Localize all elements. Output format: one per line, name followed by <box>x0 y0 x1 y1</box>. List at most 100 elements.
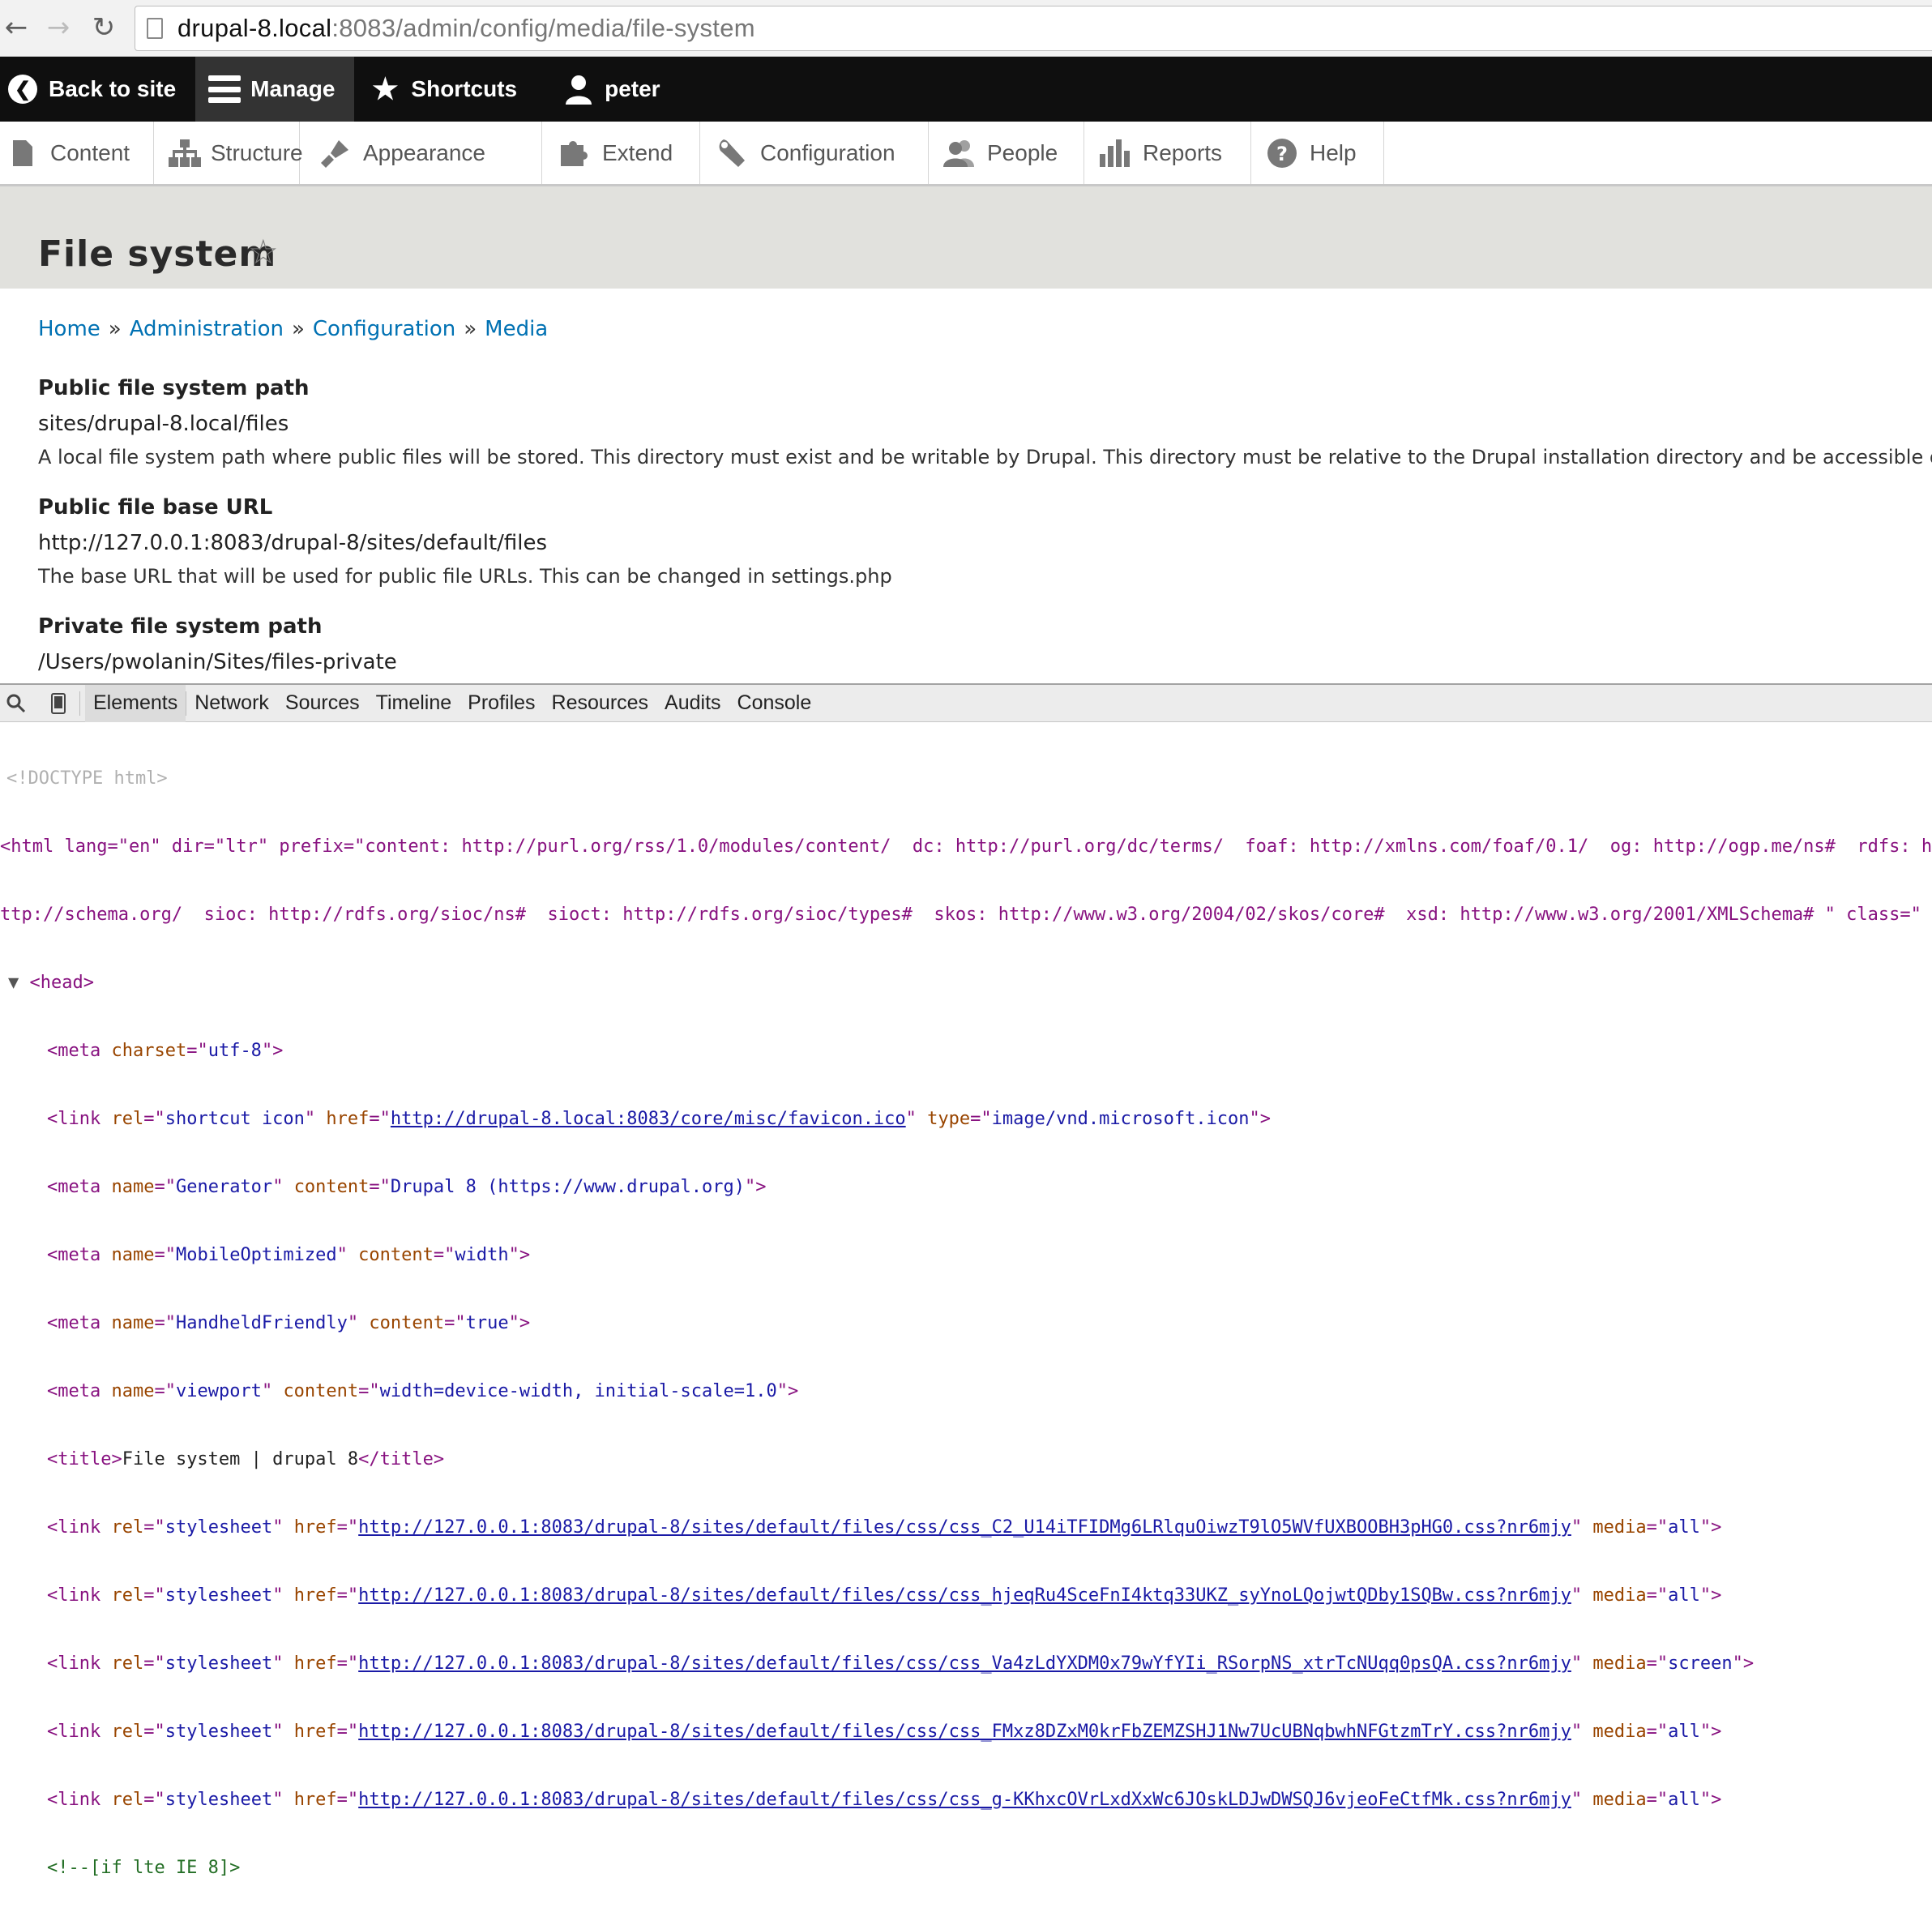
stylesheet-link[interactable]: http://127.0.0.1:8083/drupal-8/sites/def… <box>358 1517 1571 1538</box>
manage-label: Manage <box>250 76 336 101</box>
breadcrumb-home[interactable]: Home <box>38 317 100 341</box>
tab-console[interactable]: Console <box>729 685 820 722</box>
people-icon <box>942 135 977 171</box>
admin-toolbar: ❮ Back to site Manage ★ Shortcuts peter <box>0 57 1932 122</box>
tray-label-structure: Structure <box>211 139 303 165</box>
page-icon <box>147 18 163 39</box>
favicon-link[interactable]: http://drupal-8.local:8083/core/misc/fav… <box>391 1109 906 1129</box>
viewport-value: width=device-width, initial-scale=1.0 <box>379 1381 777 1401</box>
dom-line[interactable]: <link rel="stylesheet" href="http://127.… <box>0 1516 1932 1539</box>
shortcuts-tab[interactable]: ★ Shortcuts <box>354 57 536 122</box>
stylesheet-link[interactable]: http://127.0.0.1:8083/drupal-8/sites/def… <box>358 1653 1571 1674</box>
head-tag: <head> <box>29 973 94 993</box>
dom-line[interactable]: <link rel="shortcut icon" href="http://d… <box>0 1108 1932 1131</box>
dom-line[interactable]: ▼ <head> <box>0 972 1932 995</box>
stylesheet-link[interactable]: http://127.0.0.1:8083/drupal-8/sites/def… <box>358 1722 1571 1742</box>
tab-profiles[interactable]: Profiles <box>459 685 543 722</box>
expand-triangle-icon[interactable]: ▼ <box>8 973 30 993</box>
dom-line[interactable]: <meta name="Generator" content="Drupal 8… <box>0 1176 1932 1199</box>
public-path-value: sites/drupal-8.local/files <box>38 412 289 436</box>
manage-tray: Content Structure Appearance Extend Conf… <box>0 122 1932 186</box>
back-circle-icon: ❮ <box>5 71 41 107</box>
public-url-field: Public file base URL http://127.0.0.1:80… <box>38 495 892 588</box>
stylesheet-link[interactable]: http://127.0.0.1:8083/drupal-8/sites/def… <box>358 1585 1571 1606</box>
breadcrumb-media[interactable]: Media <box>485 317 548 341</box>
private-path-label: Private file system path <box>38 614 323 639</box>
handheld-value: true <box>465 1313 509 1333</box>
puzzle-icon <box>557 135 592 171</box>
dom-line[interactable]: <!--[if lte IE 8]> <box>0 1857 1932 1880</box>
sitemap-icon <box>169 135 201 171</box>
tab-audits[interactable]: Audits <box>656 685 729 722</box>
tray-item-content[interactable]: Content <box>0 122 154 184</box>
tab-elements[interactable]: Elements <box>85 684 186 722</box>
tab-sources[interactable]: Sources <box>277 685 368 722</box>
breadcrumb-separator: » <box>108 317 122 341</box>
tray-item-configuration[interactable]: Configuration <box>700 122 929 184</box>
tray-item-people[interactable]: People <box>929 122 1084 184</box>
browser-toolbar: ← → ↻ drupal-8.local:8083/admin/config/m… <box>0 0 1932 57</box>
tab-resources[interactable]: Resources <box>544 685 657 722</box>
reload-icon[interactable]: ↻ <box>88 11 120 44</box>
hamburger-icon <box>207 71 242 107</box>
file-icon <box>5 135 41 171</box>
tray-item-help[interactable]: ? Help <box>1251 122 1384 184</box>
help-icon: ? <box>1264 135 1300 171</box>
breadcrumb-administration[interactable]: Administration <box>130 317 284 341</box>
breadcrumb: Home » Administration » Configuration » Media <box>38 317 548 341</box>
dom-line[interactable]: <!DOCTYPE html> <box>0 768 1932 790</box>
devtools-toolbar: Elements Network Sources Timeline Profil… <box>0 684 1932 722</box>
dom-line[interactable]: ttp://schema.org/ sioc: http://rdfs.org/… <box>0 904 1932 926</box>
device-mode-icon[interactable] <box>42 685 75 722</box>
dom-line[interactable]: <meta name="viewport" content="width=dev… <box>0 1380 1932 1403</box>
tray-label-help: Help <box>1310 139 1357 165</box>
html-open-text-continued: ttp://schema.org/ sioc: http://rdfs.org/… <box>0 905 1921 925</box>
dom-line[interactable]: <meta name="HandheldFriendly" content="t… <box>0 1312 1932 1335</box>
user-tab[interactable]: peter <box>536 57 679 122</box>
tab-timeline[interactable]: Timeline <box>368 685 460 722</box>
tray-label-appearance: Appearance <box>363 139 486 165</box>
generator-value: Drupal 8 (https://www.drupal.org) <box>390 1177 745 1197</box>
tray-item-appearance[interactable]: Appearance <box>300 122 542 184</box>
breadcrumb-configuration[interactable]: Configuration <box>313 317 455 341</box>
wrench-icon <box>715 135 750 171</box>
tray-label-configuration: Configuration <box>760 139 895 165</box>
stylesheet-link[interactable]: http://127.0.0.1:8083/drupal-8/sites/def… <box>358 1790 1571 1810</box>
devtools-panel: Elements Network Sources Timeline Profil… <box>0 683 1932 1878</box>
back-to-site-link[interactable]: ❮ Back to site <box>0 57 195 122</box>
private-path-field: Private file system path /Users/pwolanin… <box>38 614 397 674</box>
add-shortcut-star-icon[interactable]: ☆ <box>248 232 279 272</box>
public-path-label: Public file system path <box>38 376 310 400</box>
dom-line[interactable]: <meta charset="utf-8"> <box>0 1040 1932 1063</box>
media-value: all <box>1668 1517 1700 1538</box>
star-icon: ★ <box>372 72 399 105</box>
dom-line[interactable]: <meta name="MobileOptimized" content="wi… <box>0 1244 1932 1267</box>
dom-line[interactable]: <link rel="stylesheet" href="http://127.… <box>0 1721 1932 1743</box>
shortcuts-label: Shortcuts <box>411 76 518 101</box>
dom-line[interactable]: <link rel="stylesheet" href="http://127.… <box>0 1585 1932 1607</box>
dom-line[interactable]: <link rel="stylesheet" href="http://127.… <box>0 1789 1932 1812</box>
tray-item-extend[interactable]: Extend <box>542 122 700 184</box>
tray-item-structure[interactable]: Structure <box>154 122 303 184</box>
brush-icon <box>318 135 353 171</box>
doctype-text: <!DOCTYPE html> <box>6 768 168 789</box>
forward-arrow-icon[interactable]: → <box>42 11 75 44</box>
media-value: all <box>1668 1790 1700 1810</box>
dom-line[interactable]: <link rel="stylesheet" href="http://127.… <box>0 1653 1932 1675</box>
favicon-type-value: image/vnd.microsoft.icon <box>991 1109 1250 1129</box>
tab-network[interactable]: Network <box>186 685 277 722</box>
back-arrow-icon[interactable]: ← <box>0 11 32 44</box>
breadcrumb-separator: » <box>291 317 305 341</box>
address-bar[interactable]: drupal-8.local:8083/admin/config/media/f… <box>135 6 1932 51</box>
manage-tab[interactable]: Manage <box>195 57 355 122</box>
inspect-search-icon[interactable] <box>0 685 32 722</box>
tray-item-reports[interactable]: Reports <box>1084 122 1251 184</box>
url-path: :8083/admin/config/media/file-system <box>331 14 755 42</box>
user-icon <box>561 71 596 107</box>
tray-label-reports: Reports <box>1143 139 1223 165</box>
dom-line[interactable]: <title>File system | drupal 8</title> <box>0 1448 1932 1471</box>
public-path-field: Public file system path sites/drupal-8.l… <box>38 376 1932 468</box>
media-value: all <box>1668 1722 1700 1742</box>
dom-line[interactable]: <html lang="en" dir="ltr" prefix="conten… <box>0 836 1932 858</box>
ie-comment: <!--[if lte IE 8]> <box>47 1858 241 1878</box>
